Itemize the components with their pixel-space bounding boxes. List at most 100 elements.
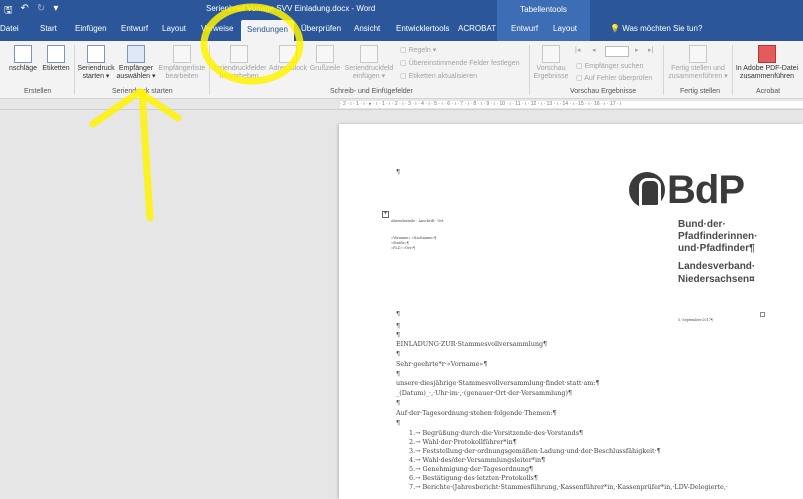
paragraph-mark: ¶ <box>396 331 401 339</box>
tab-sendungen[interactable]: Sendungen <box>241 20 294 41</box>
paragraph-mark: ¶ <box>396 419 401 427</box>
redo-icon[interactable]: ↻ <box>37 3 45 20</box>
finish-merge-icon <box>689 45 707 63</box>
address-block-icon <box>279 45 297 63</box>
recipients-icon <box>127 45 145 63</box>
edit-list-icon <box>173 45 191 63</box>
merge-to-pdf-button[interactable]: In Adobe PDF-Datei zusammenführen <box>734 45 800 81</box>
org-line-3: und·Pfadfinder¶ <box>678 243 755 254</box>
table-tools-label: Tabellentools <box>497 0 590 20</box>
tell-me-box[interactable]: 💡 Was möchten Sie tun? <box>610 24 702 33</box>
tab-entwurf[interactable]: Entwurf <box>121 24 148 33</box>
highlight-arrow-shaft <box>138 88 154 222</box>
highlight-merge-fields-button[interactable]: Seriendruckfelder hervorheben <box>211 45 267 81</box>
paragraph-mark: ¶ <box>396 399 401 407</box>
org-line-4: Landesverband· <box>678 261 756 272</box>
document-title: Serienbrief Vorlage SVV Einladung.docx -… <box>206 4 376 13</box>
check-errors-button[interactable]: ▢ Auf Fehler überprüfen <box>576 74 652 82</box>
match-fields-button[interactable]: ▢ Übereinstimmende Felder festlegen <box>400 59 519 67</box>
paragraph-mark: ¶ <box>396 350 401 358</box>
agenda-item: 3.→ Feststellung·der·ordnungsgemäßen·Lad… <box>409 447 661 455</box>
paragraph-mark: ¶ <box>396 370 401 378</box>
tab-datei[interactable]: Datei <box>0 24 19 33</box>
edit-recipient-list-button[interactable]: Empfängerliste bearbeiten <box>157 45 207 81</box>
address-line-2: «Straße»¶ <box>391 241 409 245</box>
group-fertig-stellen-label: Fertig stellen <box>680 88 721 95</box>
greeting-line-button[interactable]: Grußzeile <box>308 45 342 73</box>
find-recipient-button[interactable]: ▢ Empfänger suchen <box>576 62 643 70</box>
tab-entwicklertools[interactable]: Entwicklertools <box>396 24 449 33</box>
rules-button[interactable]: ▢ Regeln ▾ <box>400 46 436 54</box>
preview-results-button[interactable]: Vorschau Ergebnisse <box>532 45 570 81</box>
group-seriendruck-starten-label: Seriendruck starten <box>112 88 173 95</box>
body-line-1: unsere·diesjährige·Stammesvollversammlun… <box>396 379 600 387</box>
previous-record-icon[interactable]: ◂ <box>592 46 596 54</box>
tab-table-entwurf[interactable]: Entwurf <box>511 24 538 33</box>
org-line-5: Niedersachsen¤ <box>678 274 755 285</box>
customize-quick-access-icon[interactable]: ▾ <box>53 3 58 20</box>
letter-date: 5.·September·2017¶ <box>678 318 714 322</box>
save-icon[interactable]: 🖫 <box>4 3 13 20</box>
labels-button[interactable]: Etiketten <box>40 45 72 73</box>
quick-access-toolbar: 🖫 ↶ ↻ ▾ <box>4 3 58 20</box>
labels-icon <box>47 45 65 63</box>
address-line-3: «PLZ»·«Ort»¶ <box>391 246 416 250</box>
document-page[interactable]: ¶ BdP Bund·der· Pfadfinderinnen· und·Pfa… <box>339 124 803 499</box>
bdp-lily-logo-icon <box>629 172 665 208</box>
tab-ansicht[interactable]: Ansicht <box>354 24 380 33</box>
preview-icon <box>542 45 560 63</box>
paragraph-mark: ¶ <box>396 322 401 330</box>
title-bar: 🖫 ↶ ↻ ▾ Serienbrief Vorlage SVV Einladun… <box>0 0 803 20</box>
table-move-handle-icon[interactable]: + <box>382 211 389 218</box>
group-erstellen-label: Erstellen <box>24 88 52 95</box>
ribbon-tabs: Datei Start Einfügen Entwurf Layout Verw… <box>0 20 803 41</box>
match-fields-icon: ▢ <box>400 60 407 67</box>
last-record-icon[interactable]: ▸| <box>648 46 653 54</box>
rules-icon: ▢ <box>400 47 407 54</box>
update-labels-button[interactable]: ▢ Etiketten aktualisieren <box>400 72 477 80</box>
envelopes-button[interactable]: nschläge <box>6 45 40 73</box>
agenda-item: 5.→ Genehmigung·der·Tagesordnung¶ <box>409 465 534 473</box>
horizontal-ruler[interactable]: · 2 · ı · 1 · ı · ▸ · ı · 1 · ı · 2 · ı … <box>0 99 803 110</box>
ruler-scale: · 2 · ı · 1 · ı · ▸ · ı · 1 · ı · 2 · ı … <box>340 101 803 108</box>
paragraph-mark: ¶ <box>396 310 401 318</box>
record-number-input[interactable] <box>605 46 629 57</box>
update-labels-icon: ▢ <box>400 73 407 80</box>
finish-merge-button[interactable]: Fertig stellen und zusammenführen ▾ <box>666 45 730 81</box>
address-line-1: «Vorname»·«Nachname»¶ <box>391 236 437 240</box>
agenda-item: 4.→ Wahl·des/der·Versammlungsleiter*in¶ <box>409 456 546 464</box>
group-schreib-einfuegefelder-label: Schreib- und Einfügefelder <box>330 88 413 95</box>
start-mail-merge-button[interactable]: Seriendruck starten ▾ <box>76 45 116 81</box>
pdf-icon <box>758 45 776 63</box>
group-acrobat-label: Acrobat <box>756 88 781 95</box>
insert-merge-field-button[interactable]: Seriendruckfeld einfügen ▾ <box>343 45 395 81</box>
agenda-item: 6.→ Bestätigung·des·letzten·Protokolls¶ <box>409 474 538 482</box>
address-block-button[interactable]: Adressblock <box>268 45 308 73</box>
tab-verweise[interactable]: Verweise <box>201 24 233 33</box>
greeting-line-icon <box>316 45 334 63</box>
undo-icon[interactable]: ↶ <box>21 3 29 20</box>
anchor-icon <box>760 312 765 317</box>
group-vorschau-label: Vorschau Ergebnisse <box>570 88 637 95</box>
tab-start[interactable]: Start <box>40 24 57 33</box>
body-line-2: _(Datum)_·,·Uhr·im·,·(genauer·Ort·der·Ve… <box>396 389 573 397</box>
envelope-icon <box>14 45 32 63</box>
org-line-1: Bund·der· <box>678 219 726 230</box>
tab-einfuegen[interactable]: Einfügen <box>75 24 107 33</box>
salutation: Sehr·geehrte*r·«Vorname»¶ <box>396 360 488 368</box>
tab-ueberpruefen[interactable]: Überprüfen <box>301 24 341 33</box>
agenda-item: 7.→ Berichte·(Jahresbericht·Stammesführu… <box>409 483 728 491</box>
org-line-2: Pfadfinderinnen· <box>678 231 758 242</box>
tab-acrobat[interactable]: ACROBAT <box>458 24 496 33</box>
bdp-logo-text: BdP <box>667 168 745 212</box>
tab-layout[interactable]: Layout <box>162 24 186 33</box>
mail-merge-icon <box>87 45 105 63</box>
body-line-3: Auf·der·Tagesordnung·stehen·folgende·The… <box>396 409 557 417</box>
tab-table-layout[interactable]: Layout <box>553 24 577 33</box>
agenda-item: 1.→ Begrüßung·durch·die·Vorsitzende·des·… <box>409 429 584 437</box>
lightbulb-icon: 💡 <box>610 24 620 33</box>
select-recipients-button[interactable]: Empfänger auswählen ▾ <box>116 45 156 81</box>
first-record-icon[interactable]: |◂ <box>575 46 580 54</box>
next-record-icon[interactable]: ▸ <box>635 46 639 54</box>
insert-field-icon <box>360 45 378 63</box>
